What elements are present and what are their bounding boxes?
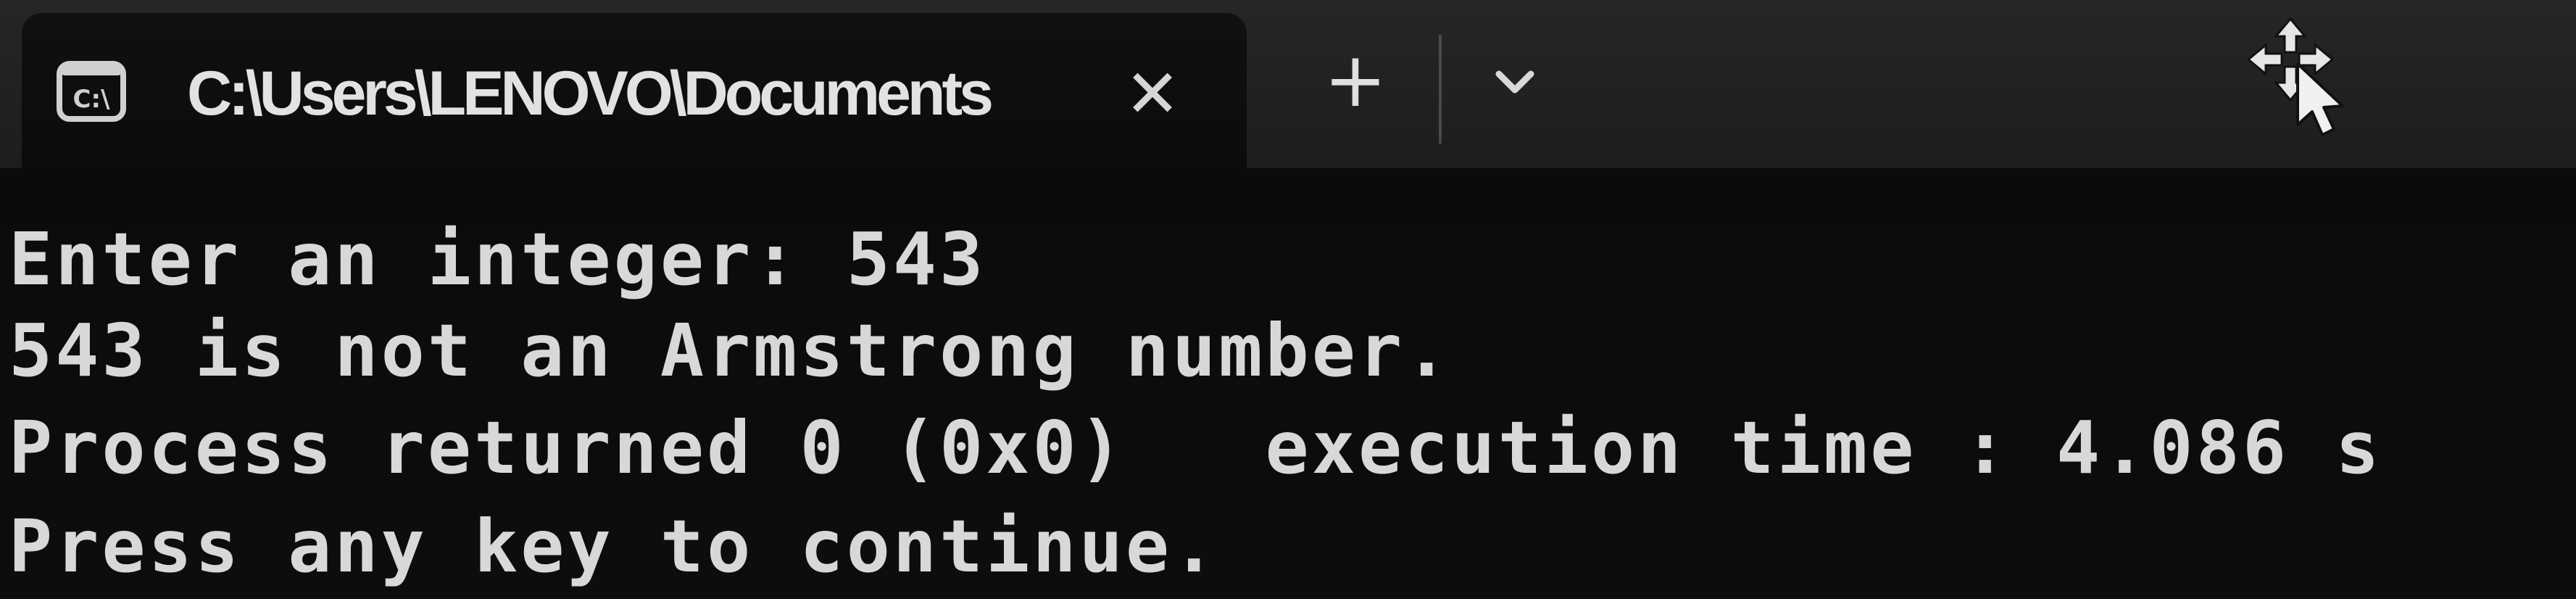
tab-title: C:\Users\LENOVO\Documents bbox=[187, 59, 994, 128]
tab-bar: C:\ C:\Users\LENOVO\Documents ✕ + bbox=[0, 0, 2576, 168]
chevron-down-icon[interactable] bbox=[1479, 46, 1551, 119]
console-line: 543 is not an Armstrong number. bbox=[9, 308, 1452, 393]
close-icon[interactable]: ✕ bbox=[1116, 58, 1189, 131]
plus-icon[interactable]: + bbox=[1319, 42, 1392, 117]
svg-text:C:\: C:\ bbox=[73, 85, 111, 114]
console-line: Process returned 0 (0x0) execution time … bbox=[9, 405, 2382, 490]
active-tab[interactable]: C:\ C:\Users\LENOVO\Documents ✕ bbox=[22, 13, 1247, 168]
console-line: Enter an integer: 543 bbox=[9, 217, 986, 302]
console-icon: C:\ bbox=[57, 61, 126, 122]
tab-separator bbox=[1439, 35, 1442, 144]
console-output: Enter an integer: 543 543 is not an Arms… bbox=[0, 168, 2576, 599]
console-line: Press any key to continue. bbox=[9, 504, 1219, 589]
terminal-window: C:\ C:\Users\LENOVO\Documents ✕ + Enter … bbox=[0, 0, 2576, 599]
move-cursor-icon bbox=[2246, 16, 2356, 139]
